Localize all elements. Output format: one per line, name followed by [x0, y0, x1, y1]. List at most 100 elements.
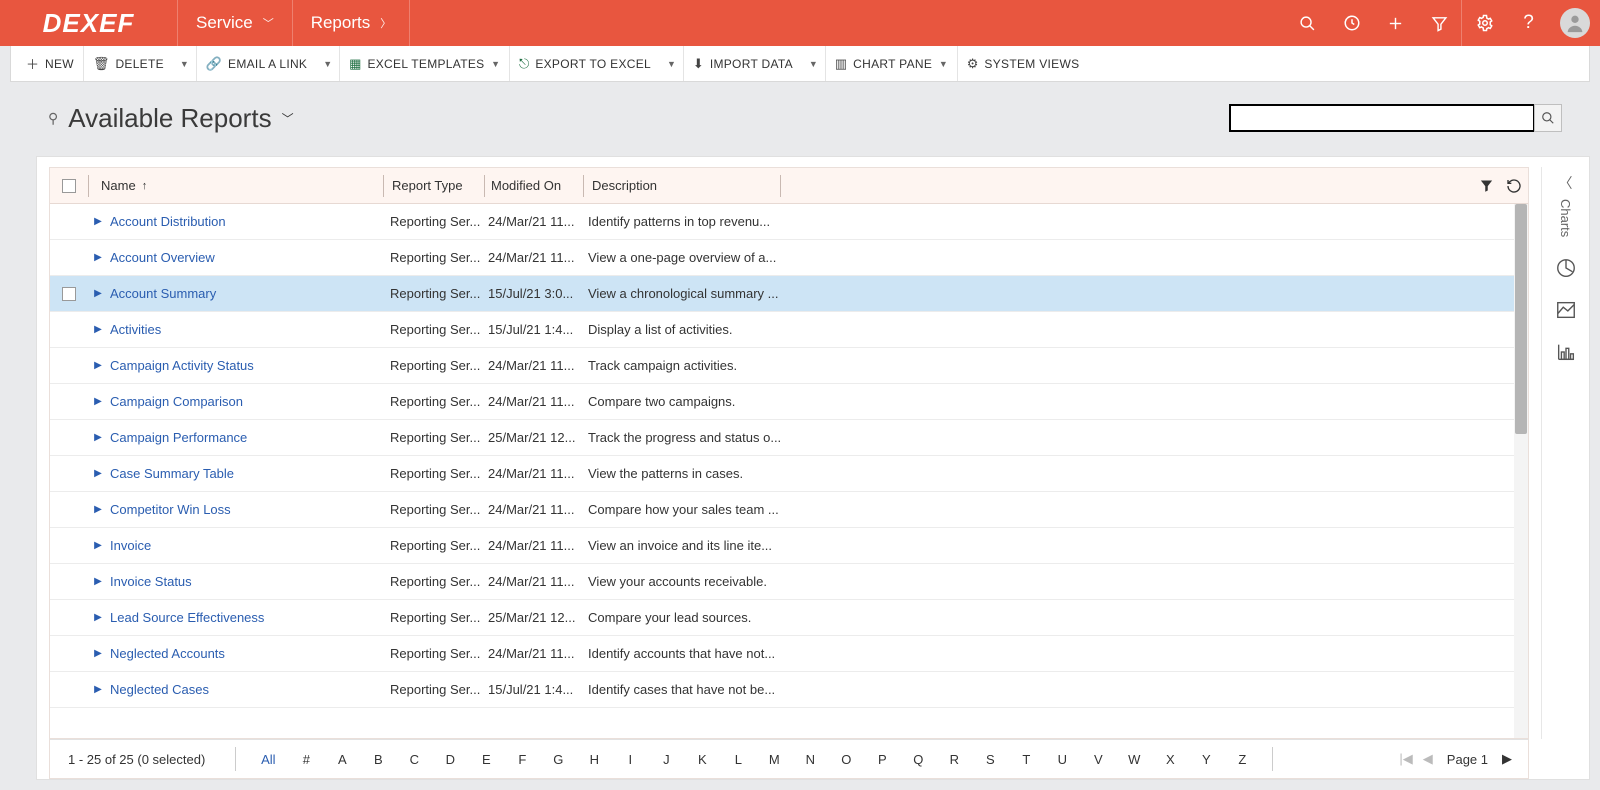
scrollbar-thumb[interactable]	[1515, 204, 1527, 434]
user-avatar[interactable]	[1560, 8, 1590, 38]
filter-icon[interactable]	[1417, 0, 1461, 46]
alpha-letter[interactable]: A	[324, 752, 360, 767]
report-link[interactable]: Lead Source Effectiveness	[110, 610, 264, 625]
expand-icon[interactable]: ▶	[88, 468, 108, 479]
col-modified[interactable]: Modified On	[485, 178, 583, 193]
pager-first[interactable]: |◀	[1399, 751, 1412, 767]
table-row[interactable]: ▶Campaign Activity StatusReporting Ser..…	[50, 348, 1528, 384]
report-link[interactable]: Case Summary Table	[110, 466, 234, 481]
alpha-letter[interactable]: B	[360, 752, 396, 767]
breadcrumb-reports[interactable]: Reports 〉	[293, 0, 411, 46]
alpha-letter[interactable]: T	[1008, 752, 1044, 767]
table-row[interactable]: ▶InvoiceReporting Ser...24/Mar/21 11...V…	[50, 528, 1528, 564]
area-chart-icon[interactable]	[1542, 289, 1590, 331]
view-title[interactable]: Available Reports	[68, 103, 271, 134]
expand-icon[interactable]: ▶	[88, 216, 108, 227]
scrollbar[interactable]	[1514, 204, 1528, 738]
alpha-letter[interactable]: N	[792, 752, 828, 767]
import-data-button[interactable]: ⬇IMPORT DATA	[684, 46, 802, 81]
alpha-letter[interactable]: C	[396, 752, 432, 767]
table-row[interactable]: ▶Campaign PerformanceReporting Ser...25/…	[50, 420, 1528, 456]
alpha-letter[interactable]: G	[540, 752, 576, 767]
table-row[interactable]: ▶Account SummaryReporting Ser...15/Jul/2…	[50, 276, 1528, 312]
report-link[interactable]: Neglected Accounts	[110, 646, 225, 661]
excel-templates-button[interactable]: ▦EXCEL TEMPLATES ▼	[340, 46, 510, 81]
grid-search-button[interactable]	[1534, 104, 1562, 132]
expand-icon[interactable]: ▶	[88, 540, 108, 551]
report-link[interactable]: Account Summary	[110, 286, 216, 301]
expand-icon[interactable]: ▶	[88, 576, 108, 587]
table-row[interactable]: ▶Neglected CasesReporting Ser...15/Jul/2…	[50, 672, 1528, 708]
new-button[interactable]: ＋NEW	[17, 46, 84, 81]
report-link[interactable]: Account Overview	[110, 250, 215, 265]
report-link[interactable]: Campaign Performance	[110, 430, 247, 445]
alpha-letter[interactable]: D	[432, 752, 468, 767]
report-link[interactable]: Invoice	[110, 538, 151, 553]
help-icon[interactable]: ?	[1506, 0, 1550, 46]
recent-icon[interactable]	[1329, 0, 1373, 46]
expand-icon[interactable]: ▶	[88, 324, 108, 335]
header-filter-icon[interactable]	[1479, 178, 1494, 194]
grid-search-input[interactable]	[1229, 104, 1535, 132]
settings-icon[interactable]	[1462, 0, 1506, 46]
alpha-letter[interactable]: K	[684, 752, 720, 767]
pager-next[interactable]: ▶	[1502, 751, 1512, 767]
pin-icon[interactable]: ⚲	[48, 110, 58, 127]
alpha-all[interactable]: All	[248, 752, 288, 767]
report-link[interactable]: Competitor Win Loss	[110, 502, 231, 517]
report-link[interactable]: Campaign Activity Status	[110, 358, 254, 373]
expand-icon[interactable]: ▶	[88, 252, 108, 263]
bar-chart-icon[interactable]	[1542, 331, 1590, 373]
alpha-letter[interactable]: P	[864, 752, 900, 767]
table-row[interactable]: ▶Competitor Win LossReporting Ser...24/M…	[50, 492, 1528, 528]
expand-icon[interactable]: ▶	[88, 360, 108, 371]
alpha-letter[interactable]: H	[576, 752, 612, 767]
alpha-letter[interactable]: I	[612, 752, 648, 767]
col-desc[interactable]: Description	[584, 178, 780, 193]
table-row[interactable]: ▶ActivitiesReporting Ser...15/Jul/21 1:4…	[50, 312, 1528, 348]
expand-icon[interactable]: ▶	[88, 648, 108, 659]
delete-button[interactable]: 🗑DELETE	[84, 46, 173, 81]
alpha-letter[interactable]: V	[1080, 752, 1116, 767]
alpha-letter[interactable]: J	[648, 752, 684, 767]
expand-icon[interactable]: ▶	[88, 396, 108, 407]
export-excel-button[interactable]: ⎋EXPORT TO EXCEL	[510, 46, 660, 81]
email-link-dropdown[interactable]: ▼	[316, 46, 340, 81]
search-icon[interactable]	[1285, 0, 1329, 46]
brand-logo[interactable]: DEXEF	[0, 0, 178, 46]
pager-prev[interactable]: ◀	[1423, 751, 1433, 767]
report-link[interactable]: Activities	[110, 322, 161, 337]
table-row[interactable]: ▶Lead Source EffectivenessReporting Ser.…	[50, 600, 1528, 636]
alpha-letter[interactable]: R	[936, 752, 972, 767]
report-link[interactable]: Campaign Comparison	[110, 394, 243, 409]
select-all-checkbox[interactable]	[62, 179, 76, 193]
col-name[interactable]: Name↑	[89, 178, 383, 193]
alpha-letter[interactable]: Z	[1224, 752, 1260, 767]
alpha-letter[interactable]: X	[1152, 752, 1188, 767]
table-row[interactable]: ▶Account OverviewReporting Ser...24/Mar/…	[50, 240, 1528, 276]
table-row[interactable]: ▶Neglected AccountsReporting Ser...24/Ma…	[50, 636, 1528, 672]
system-views-button[interactable]: ⚙SYSTEM VIEWS	[958, 46, 1089, 81]
pie-chart-icon[interactable]	[1542, 247, 1590, 289]
col-type[interactable]: Report Type	[384, 178, 484, 193]
header-refresh-icon[interactable]	[1506, 178, 1522, 194]
new-icon[interactable]	[1373, 0, 1417, 46]
chart-pane-button[interactable]: ▥CHART PANE ▼	[826, 46, 958, 81]
alpha-letter[interactable]: #	[288, 752, 324, 767]
table-row[interactable]: ▶Campaign ComparisonReporting Ser...24/M…	[50, 384, 1528, 420]
expand-icon[interactable]: ▶	[88, 684, 108, 695]
expand-icon[interactable]: ▶	[88, 504, 108, 515]
alpha-letter[interactable]: W	[1116, 752, 1152, 767]
table-row[interactable]: ▶Invoice StatusReporting Ser...24/Mar/21…	[50, 564, 1528, 600]
export-excel-dropdown[interactable]: ▼	[660, 46, 684, 81]
alpha-letter[interactable]: S	[972, 752, 1008, 767]
alpha-letter[interactable]: E	[468, 752, 504, 767]
import-data-dropdown[interactable]: ▼	[802, 46, 826, 81]
alpha-letter[interactable]: U	[1044, 752, 1080, 767]
delete-dropdown[interactable]: ▼	[173, 46, 197, 81]
expand-icon[interactable]: ▶	[88, 612, 108, 623]
alpha-letter[interactable]: M	[756, 752, 792, 767]
email-link-button[interactable]: 🔗EMAIL A LINK	[197, 46, 316, 81]
alpha-letter[interactable]: Y	[1188, 752, 1224, 767]
report-link[interactable]: Account Distribution	[110, 214, 226, 229]
